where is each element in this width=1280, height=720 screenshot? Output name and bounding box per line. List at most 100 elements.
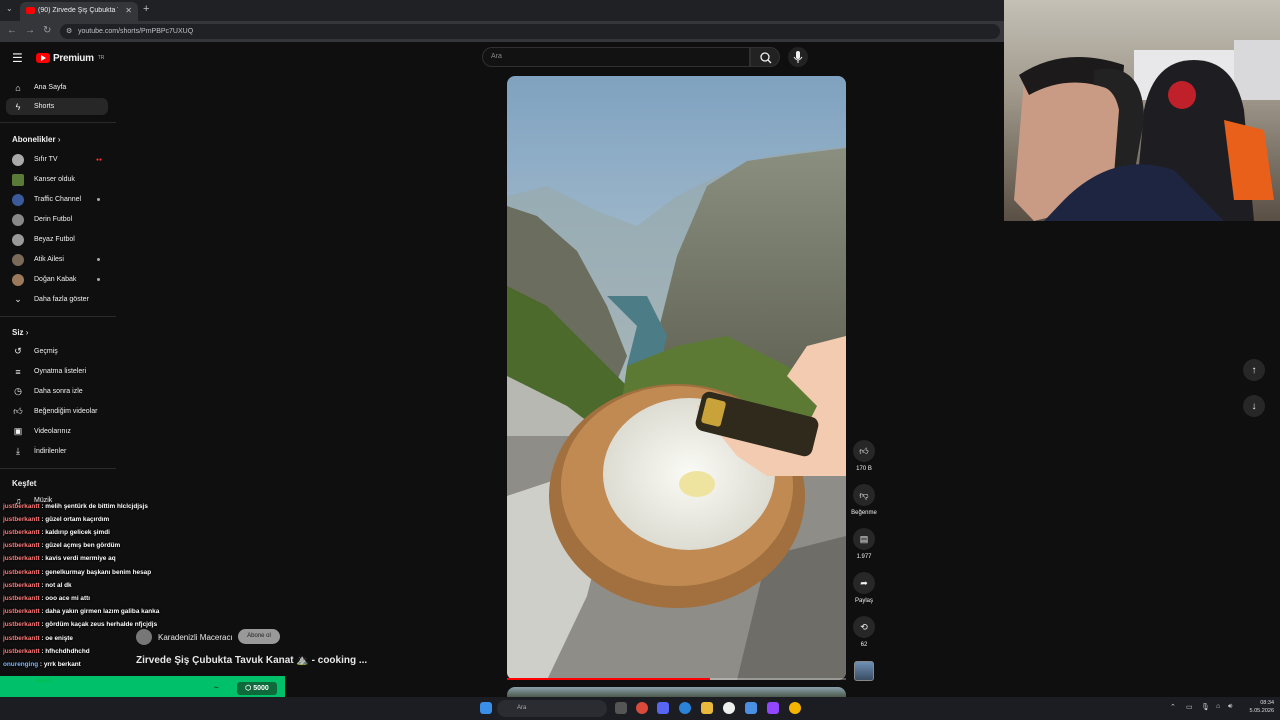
arrow-up-icon: ↑	[1251, 364, 1257, 376]
previous-short-button[interactable]: ↑	[1243, 359, 1265, 381]
chat-username[interactable]: justberkantt	[3, 595, 40, 602]
next-short-button[interactable]: ↓	[1243, 395, 1265, 417]
chat-username[interactable]: justberkantt	[3, 516, 40, 523]
search-input[interactable]: Ara	[482, 47, 750, 67]
playlist-icon: ≡	[15, 366, 21, 377]
app-icon[interactable]	[723, 702, 735, 714]
mic-icon	[793, 51, 803, 63]
comments-button[interactable]: ▤	[853, 528, 875, 550]
sidebar-sub-item[interactable]: Traffic Channel	[6, 191, 108, 208]
like-icon: 👍︎	[13, 406, 23, 416]
comment-count: 1.977	[856, 554, 872, 560]
chat-username[interactable]: onurenging	[3, 661, 38, 668]
close-tab-icon[interactable]: ✕	[125, 6, 132, 15]
thumbs-up-icon: 👍︎	[859, 445, 869, 456]
sidebar-item-watch-later[interactable]: ◷ Daha sonra izle	[6, 383, 108, 400]
chat-username[interactable]: justberkantt	[3, 635, 40, 642]
taskbar-search[interactable]: Ara	[497, 700, 607, 717]
chat-text: : güzel açmış ben gördüm	[39, 542, 121, 549]
sidebar-item-label: Daha sonra izle	[34, 388, 83, 395]
like-button[interactable]: 👍︎	[853, 440, 875, 462]
chat-text: : genelkurmay başkanı benim hesap	[39, 569, 152, 576]
sidebar-item-label: Videolarınız	[34, 428, 71, 435]
app-icon[interactable]	[745, 702, 757, 714]
task-view-icon[interactable]	[615, 702, 627, 714]
sidebar-sub-item[interactable]: Derin Futbol	[6, 211, 108, 228]
audio-thumbnail[interactable]	[854, 661, 874, 681]
chat-username[interactable]: justberkantt	[3, 608, 40, 615]
voice-search-button[interactable]	[788, 47, 808, 67]
sidebar-item-playlists[interactable]: ≡ Oynatma listeleri	[6, 363, 108, 380]
chat-message: justberkantt : genelkurmay başkanı benim…	[3, 569, 151, 576]
sidebar-sub-item[interactable]: Doğan Kabak	[6, 271, 108, 288]
chat-message: justberkantt : daha yakın girmen lazım g…	[3, 608, 159, 615]
chat-text: : kaldırıp gelicek şimdi	[39, 529, 110, 536]
youtube-logo[interactable]: Premium TR	[36, 52, 104, 64]
twitch-icon[interactable]	[767, 702, 779, 714]
chat-username[interactable]: justberkantt	[3, 582, 40, 589]
live-icon: ●●	[95, 156, 102, 163]
sidebar-sub-item[interactable]: Kanser olduk	[6, 171, 108, 188]
tab-search-icon[interactable]: ⌄	[6, 4, 13, 13]
show-more-button[interactable]: ⌄ Daha fazla göster	[6, 291, 108, 308]
show-more-label: Daha fazla göster	[34, 296, 89, 303]
share-button[interactable]: ➦	[853, 572, 875, 594]
short-video-player[interactable]	[507, 76, 846, 680]
you-title[interactable]: Siz ›	[12, 328, 28, 337]
taskbar-clock[interactable]: 08:34 5.05.2026	[1240, 699, 1274, 715]
start-icon[interactable]	[480, 702, 492, 714]
sidebar-item-home[interactable]: ⌂ Ana Sayfa	[6, 79, 108, 96]
network-icon[interactable]: ⌂	[1216, 703, 1220, 710]
chat-message: justberkantt : oe enişte	[3, 635, 73, 642]
browser-tab[interactable]: (90) Zirvede Şiş Çubukta Ta... ✕	[20, 2, 138, 21]
reload-icon[interactable]: ↻	[43, 25, 51, 36]
sidebar-item-your-videos[interactable]: ▣ Videolarınız	[6, 423, 108, 440]
sidebar-sub-item[interactable]: Atik Ailesi	[6, 251, 108, 268]
remix-count: 62	[860, 642, 868, 648]
arrow-down-icon: ↓	[1251, 400, 1257, 412]
tab-title: (90) Zirvede Şiş Çubukta Ta...	[38, 7, 118, 14]
sidebar-item-shorts[interactable]: ϟ Shorts	[6, 98, 108, 115]
subscriptions-title[interactable]: Abonelikler ›	[12, 135, 60, 144]
settings-label: Ayarlar	[36, 678, 52, 684]
explorer-icon[interactable]	[701, 702, 713, 714]
search-icon	[760, 52, 772, 64]
search-button[interactable]	[750, 47, 780, 67]
app-icon[interactable]	[636, 702, 648, 714]
discord-icon[interactable]	[657, 702, 669, 714]
chat-username[interactable]: justberkantt	[3, 555, 40, 562]
sidebar-item-label: Shorts	[34, 103, 55, 110]
video-progress-bar[interactable]	[507, 678, 846, 680]
remix-button[interactable]: ⟲	[853, 616, 875, 638]
mic-tray-icon[interactable]: 🎙︎	[1201, 703, 1210, 711]
chrome-icon[interactable]	[789, 702, 801, 714]
chat-username[interactable]: justberkantt	[3, 648, 40, 655]
points-badge[interactable]: ⬡ 5000	[237, 682, 277, 695]
chat-username[interactable]: justberkantt	[3, 542, 40, 549]
menu-icon[interactable]: ☰	[12, 51, 23, 65]
new-tab-icon[interactable]: +	[143, 3, 149, 15]
tray-icon[interactable]: ▭	[1186, 703, 1193, 711]
next-short-preview[interactable]	[507, 687, 846, 697]
video-frame	[507, 76, 846, 680]
chat-username[interactable]: justberkantt	[3, 569, 40, 576]
sidebar-sub-item[interactable]: Sıfır TV ●●	[6, 151, 108, 168]
forward-icon[interactable]: →	[25, 25, 35, 36]
tray-chevron-icon[interactable]: ⌃	[1170, 703, 1176, 711]
sidebar-item-history[interactable]: ↺ Geçmiş	[6, 343, 108, 360]
sidebar-sub-item[interactable]: Beyaz Futbol	[6, 231, 108, 248]
edge-icon[interactable]	[679, 702, 691, 714]
chat-text: : oe enişte	[39, 635, 73, 642]
sidebar-item-liked-videos[interactable]: 👍︎ Beğendiğim videolar	[6, 403, 108, 420]
back-icon[interactable]: ←	[7, 25, 17, 36]
site-info-icon[interactable]: ⚙	[66, 27, 72, 35]
sidebar-item-downloads[interactable]: ⤓ İndirilenler	[6, 443, 108, 460]
chat-username[interactable]: justberkantt	[3, 621, 40, 628]
url-field[interactable]: ⚙ youtube.com/shorts/PmPBPc7UXUQ	[60, 24, 1000, 39]
chat-username[interactable]: justberkantt	[3, 529, 40, 536]
chat-username[interactable]: justberkantt	[3, 503, 40, 510]
volume-icon[interactable]: 🔊︎	[1228, 703, 1232, 711]
dislike-button[interactable]: 👎︎	[853, 484, 875, 506]
chat-message: justberkantt : kaldırıp gelicek şimdi	[3, 529, 110, 536]
divider	[0, 122, 116, 123]
